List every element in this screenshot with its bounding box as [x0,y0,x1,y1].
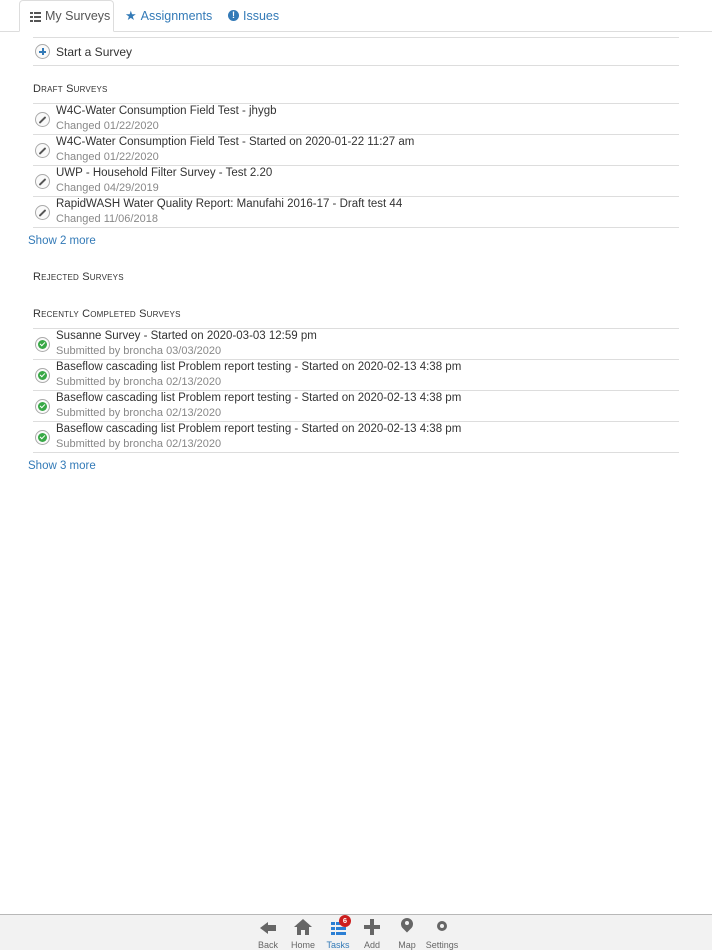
tasks-button[interactable]: 6 Tasks [321,915,355,950]
list-icon [30,10,41,22]
survey-changed-date: Changed 01/22/2020 [56,151,159,163]
survey-title: Baseflow cascading list Problem report t… [56,423,462,435]
back-arrow-icon [258,918,278,936]
add-button[interactable]: Add [355,918,389,950]
completed-survey-item[interactable]: Baseflow cascading list Problem report t… [33,391,679,422]
survey-title: W4C-Water Consumption Field Test - Start… [56,136,415,148]
check-circle-icon [35,399,50,414]
star-icon: ★ [125,8,137,23]
draft-survey-item[interactable]: UWP - Household Filter Survey - Test 2.2… [33,166,679,197]
draft-survey-item[interactable]: RapidWASH Water Quality Report: Manufahi… [33,197,679,228]
tab-label: Issues [243,8,280,23]
home-label: Home [290,940,315,950]
map-label: Map [398,940,416,950]
bottom-toolbar: Back Home 6 Tasks Add Map Settings [0,914,712,950]
draft-surveys-heading: Draft Surveys [33,83,679,104]
tab-label: My Surveys [45,9,111,23]
draft-survey-item[interactable]: W4C-Water Consumption Field Test - Start… [33,135,679,166]
survey-title: RapidWASH Water Quality Report: Manufahi… [56,198,403,210]
map-button[interactable]: Map [390,915,424,950]
tab-my-surveys[interactable]: My Surveys [19,0,114,32]
survey-submitted-by: Submitted by broncha 02/13/2020 [56,376,222,388]
settings-button[interactable]: Settings [425,918,459,950]
survey-title: Baseflow cascading list Problem report t… [56,361,462,373]
tab-label: Assignments [140,8,213,23]
pencil-icon [35,143,50,158]
completed-survey-item[interactable]: Baseflow cascading list Problem report t… [33,360,679,391]
survey-changed-date: Changed 01/22/2020 [56,120,159,132]
survey-changed-date: Changed 04/29/2019 [56,182,159,194]
survey-title: Baseflow cascading list Problem report t… [56,392,462,404]
home-icon [293,918,313,936]
survey-title: Susanne Survey - Started on 2020-03-03 1… [56,330,317,342]
tasks-label: Tasks [326,940,350,950]
tasks-count-badge: 6 [339,915,351,927]
check-circle-icon [35,368,50,383]
home-button[interactable]: Home [286,918,320,950]
completed-surveys-heading: Recently Completed Surveys [33,308,679,329]
survey-submitted-by: Submitted by broncha 03/03/2020 [56,345,222,357]
back-label: Back [257,940,278,950]
survey-title: W4C-Water Consumption Field Test - jhygb [56,105,277,117]
pencil-icon [35,112,50,127]
pencil-icon [35,205,50,220]
check-circle-icon [35,430,50,445]
rejected-surveys-heading: Rejected Surveys [33,271,124,283]
map-pin-icon [397,915,417,936]
survey-changed-date: Changed 11/06/2018 [56,213,158,225]
gear-icon [432,918,452,936]
draft-survey-item[interactable]: W4C-Water Consumption Field Test - jhygb… [33,104,679,135]
check-circle-icon [35,337,50,352]
tasks-icon: 6 [328,915,351,936]
exclamation-icon: ! [228,10,239,21]
tab-bar: My Surveys ★ Assignments ! Issues [0,0,712,32]
survey-title: UWP - Household Filter Survey - Test 2.2… [56,167,273,179]
completed-survey-item[interactable]: Susanne Survey - Started on 2020-03-03 1… [33,329,679,360]
start-survey-label: Start a Survey [56,45,133,59]
plus-icon [362,918,382,936]
pencil-icon [35,174,50,189]
show-more-drafts-link[interactable]: Show 2 more [28,235,96,247]
tab-issues[interactable]: ! Issues [228,0,279,31]
show-more-completed-link[interactable]: Show 3 more [28,460,96,472]
settings-label: Settings [425,940,459,950]
completed-survey-item[interactable]: Baseflow cascading list Problem report t… [33,422,679,453]
survey-submitted-by: Submitted by broncha 02/13/2020 [56,438,222,450]
tab-assignments[interactable]: ★ Assignments [125,0,212,31]
plus-circle-icon [35,44,50,59]
survey-submitted-by: Submitted by broncha 02/13/2020 [56,407,222,419]
add-label: Add [363,940,380,950]
back-button[interactable]: Back [251,918,285,950]
start-survey-button[interactable]: Start a Survey [33,37,679,66]
